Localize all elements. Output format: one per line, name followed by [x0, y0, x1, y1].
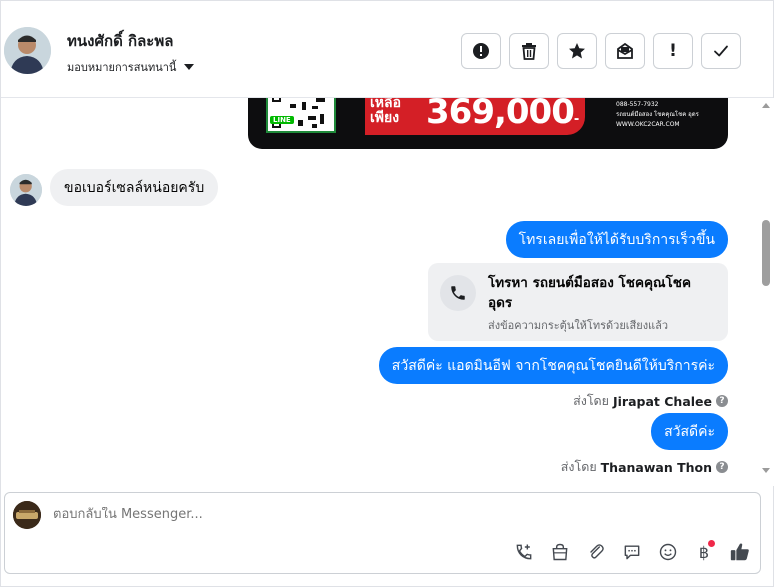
call-card-subtitle: ส่งข้อความกระตุ้นให้โทรด้วยเสียงแล้ว [488, 319, 669, 332]
baht-icon[interactable]: ฿ [691, 539, 717, 565]
reply-composer: ฿ [4, 492, 761, 574]
reply-input[interactable] [53, 507, 453, 522]
alert-circle-icon [473, 43, 489, 59]
thumbs-up-icon[interactable] [727, 539, 753, 565]
incoming-message[interactable]: ขอเบอร์เซลล์หน่อยครับ [50, 169, 219, 206]
chevron-down-icon [184, 64, 195, 70]
promo-price-suffix: - [573, 112, 580, 127]
sender-name: Jirapat Chalee [613, 393, 712, 409]
outgoing-message[interactable]: สวัสดีค่ะ [651, 413, 728, 450]
thread-scrollbar[interactable] [758, 98, 774, 486]
phone-icon [440, 275, 476, 311]
scrollbar-thumb[interactable] [762, 220, 770, 286]
shopping-bag-icon[interactable] [547, 539, 573, 565]
help-icon[interactable]: ? [716, 395, 728, 407]
page-avatar [13, 501, 41, 529]
help-icon[interactable]: ? [716, 461, 728, 473]
star-button[interactable] [557, 33, 597, 69]
call-request-card[interactable]: โทรหา รถยนต์มือสอง โชคคุณโชค อุดร ส่งข้อ… [428, 263, 728, 341]
assign-label: มอบหมายการสนทนานี้ [67, 61, 177, 74]
sent-by-label: ส่งโดย Jirapat Chalee ? [573, 391, 728, 411]
contact-avatar[interactable] [4, 27, 51, 74]
sent-by-prefix: ส่งโดย [560, 459, 597, 474]
notification-dot [708, 540, 715, 547]
follow-up-button[interactable]: ! [653, 33, 693, 69]
contact-avatar-small[interactable] [10, 174, 42, 206]
assign-conversation-dropdown[interactable]: มอบหมายการสนทนานี้ [67, 58, 195, 76]
paperclip-icon[interactable] [583, 539, 609, 565]
composer-toolbar: ฿ [511, 539, 753, 565]
scroll-up-arrow-icon[interactable] [762, 103, 770, 108]
contact-name: ทนงศักดิ์ กิละพล [67, 32, 174, 50]
line-logo: LINE [270, 116, 294, 124]
exclamation-icon: ! [669, 41, 677, 61]
promo-phone: 088-557-7932 [616, 101, 659, 108]
envelope-open-icon [617, 42, 633, 59]
message-thread[interactable]: LINE เหลือ เพียง 369,000- 088-557-7932 ร… [1, 98, 758, 486]
sender-name: Thanawan Thon [600, 459, 712, 475]
conversation-header: ทนงศักดิ์ กิละพล มอบหมายการสนทนานี้ ! [1, 1, 773, 98]
promo-prefix-line-2: เพียง [370, 110, 400, 126]
promo-contact: 088-557-7932 รถยนต์มือสอง โชคคุณโชค อุดร… [616, 100, 699, 130]
promo-price: 369,000- [426, 98, 580, 132]
sent-by-label: ส่งโดย Thanawan Thon ? [561, 457, 728, 477]
star-icon [569, 43, 585, 59]
emoji-icon[interactable] [655, 539, 681, 565]
promo-price-value: 369,000 [426, 98, 575, 132]
call-card-title: โทรหา รถยนต์มือสอง โชคคุณโชค อุดร [488, 275, 692, 311]
promo-prefix: เหลือ เพียง [370, 98, 401, 126]
mark-unread-button[interactable] [605, 33, 645, 69]
promo-image-message[interactable]: LINE เหลือ เพียง 369,000- 088-557-7932 ร… [248, 98, 728, 149]
sent-by-prefix: ส่งโดย [573, 393, 609, 408]
outgoing-message[interactable]: สวัสดีค่ะ แอดมินอีฟ จากโชคคุณโชคยินดีให้… [378, 347, 728, 384]
outgoing-message[interactable]: โทรเลยเพื่อให้ได้รับบริการเร็วขึ้น [505, 221, 728, 258]
conversation-panel: ทนงศักดิ์ กิละพล มอบหมายการสนทนานี้ ! LI… [0, 0, 774, 587]
header-actions: ! [461, 33, 741, 69]
delete-button[interactable] [509, 33, 549, 69]
trash-icon [522, 43, 536, 60]
mark-done-button[interactable] [701, 33, 741, 69]
check-icon [714, 45, 728, 57]
chat-bubble-icon[interactable] [619, 539, 645, 565]
phone-add-icon[interactable] [511, 539, 537, 565]
promo-website: WWW.OKC2CAR.COM [616, 121, 680, 128]
promo-dealer: รถยนต์มือสอง โชคคุณโชค อุดร [616, 111, 699, 118]
scroll-down-arrow-icon[interactable] [762, 468, 770, 473]
spam-button[interactable] [461, 33, 501, 69]
